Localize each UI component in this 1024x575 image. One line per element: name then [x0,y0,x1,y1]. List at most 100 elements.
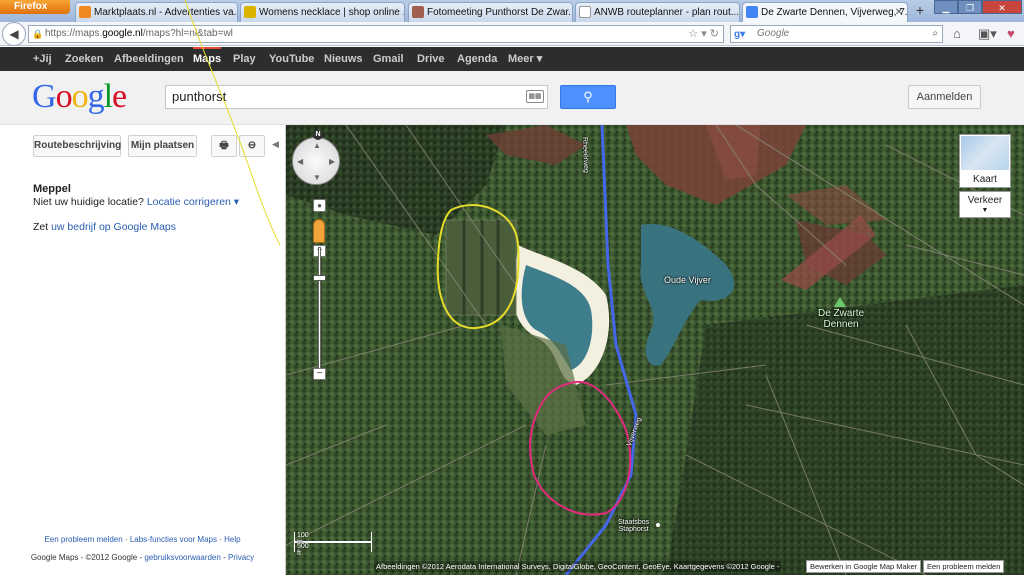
google-logo[interactable]: Google [32,78,127,116]
chevron-down-icon: ▼ [981,207,989,214]
gbar-item-images[interactable]: Afbeeldingen [114,47,184,71]
minimize-icon[interactable]: ▁ [934,0,958,14]
collapse-panel-icon[interactable]: ◀ [272,139,279,150]
zoom-out-button[interactable]: − [313,368,326,380]
window-close-icon[interactable]: ✕ [982,0,1022,14]
gbar-item-youtube[interactable]: YouTube [269,47,314,71]
business-link[interactable]: uw bedrijf op Google Maps [51,221,176,233]
search-engine-icon[interactable]: g▾ [734,27,745,43]
privacy-link[interactable]: Privacy [228,553,254,562]
terms-link[interactable]: gebruiksvoorwaarden [144,553,221,562]
print-icon[interactable]: 🖶 [211,135,237,157]
pan-down-icon[interactable]: ▼ [313,173,321,182]
pan-right-icon[interactable]: ▶ [329,157,335,166]
report-problem-button[interactable]: Een probleem melden [923,560,1005,573]
footer-copyright: Google Maps - ©2012 Google - gebruiksvoo… [30,553,255,562]
pan-up-icon[interactable]: ▲ [313,141,321,150]
pan-left-icon[interactable]: ◀ [297,157,303,166]
url-bar[interactable]: 🔒 https://maps.google.nl/maps?hl=nl&tab=… [28,25,724,43]
correct-location-link[interactable]: Locatie corrigeren ▾ [147,196,239,208]
home-icon[interactable]: ⌂ [953,26,961,41]
scale-feet: 500 ft [297,543,309,557]
map-label-zwarte-dennen[interactable]: De Zwarte Dennen [818,308,864,330]
browser-search-field[interactable]: g▾ Google ⌕ [730,25,943,43]
copyright-text: Google Maps - ©2012 Google - [30,553,143,562]
pan-control[interactable]: ▲ ▼ ◀ ▶ [292,137,340,185]
traffic-dropdown[interactable]: Verkeer ▼ [959,191,1011,218]
search-icon[interactable]: ⌕ [932,26,938,42]
necklace-favicon-icon [244,6,256,18]
firefox-menu-button[interactable]: Firefox [0,0,70,14]
gbar-item-gmail[interactable]: Gmail [373,47,404,71]
search-button[interactable]: ⚲ [560,85,616,109]
gbar-item-agenda[interactable]: Agenda [457,47,497,71]
back-arrow-icon[interactable]: ◀ [2,22,26,46]
pegman-icon[interactable] [313,219,325,243]
maps-search-input[interactable]: punthorst ▦▦ [165,85,548,109]
footer-links: Een probleem melden - Labs-functies voor… [44,535,241,544]
tab-title: ANWB routeplanner - plan rout... [594,7,740,18]
map-label-staatsbos[interactable]: Staatsbos Staphorst [618,519,649,533]
map-type-label: Kaart [973,174,997,185]
url-prefix: https://maps. [45,28,103,39]
gbar-item-maps[interactable]: Maps [193,47,222,71]
browser-nav-bar: ◀ 🔒 https://maps.google.nl/maps?hl=nl&ta… [0,22,1024,46]
business-promo: Zet uw bedrijf op Google Maps [33,221,176,233]
tab-title: Marktplaats.nl - Advertenties va... [94,7,238,18]
addon-bar-icon[interactable]: ▣▾ [978,26,997,42]
map-label-oude-vijver[interactable]: Oude Vijver [664,275,711,285]
close-tab-icon[interactable]: ✕ [895,3,903,22]
browser-tab-active[interactable]: De Zwarte Dennen, Vijverweg, 7... ✕ [742,2,908,23]
maps-header: Google punthorst ▦▦ ⚲ Aanmelden [0,71,1024,125]
tab-title: De Zwarte Dennen, Vijverweg, 7... [761,7,908,18]
url-domain: google.nl [102,28,143,39]
tab-title: Fotomeeting Punthorst De Zwar... [427,7,573,18]
left-panel: Routebeschrijving Mijn plaatsen 🖶 ⊖ ◀ Me… [0,125,286,575]
google-maps-favicon-icon [746,6,758,18]
map-label-line: Staatsbos [618,519,650,526]
browser-tab[interactable]: Marktplaats.nl - Advertenties va... [75,2,238,22]
url-suffix: /maps?hl=nl&tab=wl [142,28,233,39]
edit-in-map-maker-button[interactable]: Bewerken in Google Map Maker [806,560,922,573]
gbar-item-more[interactable]: Meer ▾ [508,47,542,71]
location-question: Niet uw huidige locatie? Locatie corrige… [33,196,239,208]
signin-button[interactable]: Aanmelden [908,85,981,109]
keyboard-icon[interactable]: ▦▦ [526,90,544,103]
satellite-imagery [286,125,1024,575]
location-title: Meppel [33,183,71,195]
my-location-icon[interactable]: ● [313,199,326,212]
road-label: Rheeërweg [581,137,590,174]
heart-icon[interactable]: ♥ [1007,26,1015,41]
map-type-toggle[interactable]: Kaart [959,134,1011,188]
bookmark-star-icon[interactable]: ☆ ▾ ↻ [688,26,719,42]
help-link[interactable]: Help [224,535,240,544]
browser-tab-bar: Firefox Marktplaats.nl - Advertenties va… [0,0,1024,23]
zoom-slider-handle[interactable] [313,275,326,281]
new-tab-button[interactable]: + [911,3,929,20]
maximize-icon[interactable]: ❐ [958,0,982,14]
gbar-item-drive[interactable]: Drive [417,47,445,71]
browser-tab[interactable]: Fotomeeting Punthorst De Zwar... [408,2,573,22]
lock-icon: 🔒 [32,29,44,39]
map-thumbnail [961,136,1009,170]
link-icon[interactable]: ⊖ [239,135,265,157]
photo-favicon-icon [412,6,424,18]
zoom-slider[interactable] [318,247,321,373]
window-controls: ▁ ❐ ✕ [934,0,1022,14]
directions-button[interactable]: Routebeschrijving [33,135,121,157]
business-prefix: Zet [33,221,49,233]
google-bar: +Jij Zoeken Afbeeldingen Maps Play YouTu… [0,47,1024,71]
search-query: punthorst [172,89,227,104]
satellite-map[interactable]: ▲ ▼ ◀ ▶ N ● + − Kaart Verkeer ▼ Oude Vij… [286,125,1024,575]
report-problem-link[interactable]: Een probleem melden [44,535,122,544]
browser-tab[interactable]: Womens necklace | shop online ... [240,2,405,22]
gbar-item-play[interactable]: Play [233,47,256,71]
map-label-line: De Zwarte [818,308,865,319]
search-icon: ⚲ [583,89,593,104]
browser-tab[interactable]: ANWB routeplanner - plan rout... [575,2,740,22]
gbar-item-plus[interactable]: +Jij [33,47,52,71]
gbar-item-news[interactable]: Nieuws [324,47,363,71]
gbar-item-search[interactable]: Zoeken [65,47,104,71]
my-places-button[interactable]: Mijn plaatsen [128,135,197,157]
labs-link[interactable]: Labs-functies voor Maps [130,535,217,544]
